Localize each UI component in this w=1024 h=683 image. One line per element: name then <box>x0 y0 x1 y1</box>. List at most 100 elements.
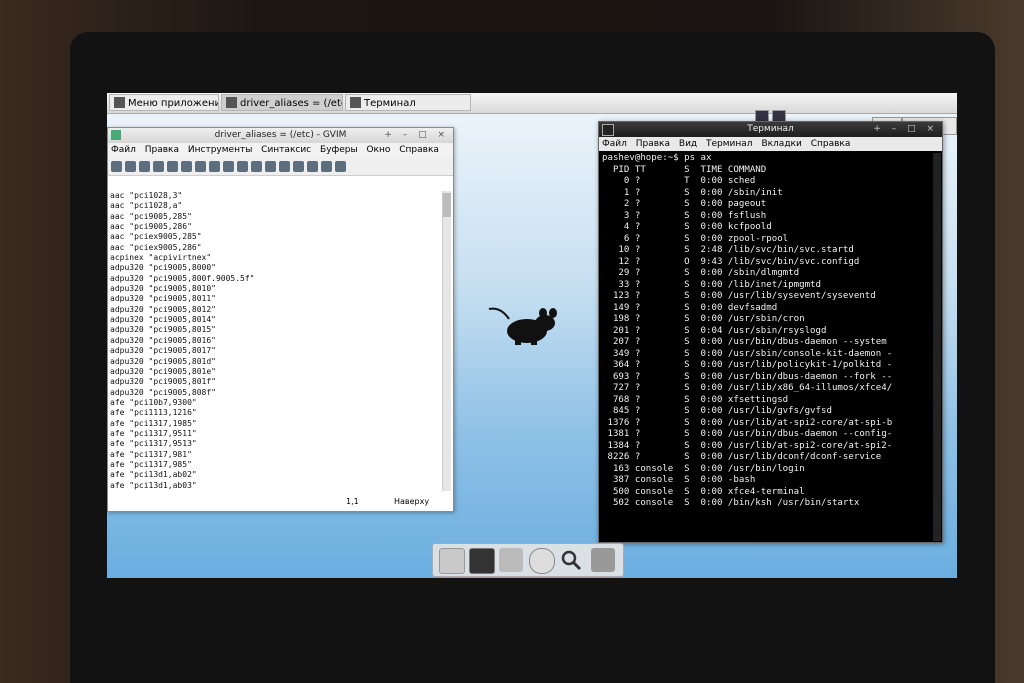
help-icon[interactable] <box>335 161 346 172</box>
ps-row: 500 console S 0:00 xfce4-terminal <box>602 486 805 497</box>
gvim-text-area[interactable]: aac "pci1028,3" aac "pci1028,a" aac "pci90… <box>108 191 443 491</box>
ps-row: 1381 ? S 0:00 /usr/bin/dbus-daemon --con… <box>602 429 893 439</box>
gvim-line: afe "pci1317,985" <box>110 459 192 469</box>
ps-row: 29 ? S 0:00 /sbin/dlmgmtd <box>602 268 800 278</box>
ps-row: 845 ? S 0:00 /usr/lib/gvfs/gvfsd <box>602 406 832 416</box>
web-browser-icon[interactable] <box>529 548 555 574</box>
terminal-scrollbar[interactable] <box>933 153 941 541</box>
ps-row: 502 console S 0:00 /bin/ksh /usr/bin/sta… <box>602 498 860 508</box>
gvim-line: afe "pci1317,1985" <box>110 418 197 428</box>
ps-row: 387 console S 0:00 -bash <box>602 475 756 485</box>
make-icon[interactable] <box>321 161 332 172</box>
gvim-line: afe "pci1317,9511" <box>110 428 197 438</box>
folder-icon[interactable] <box>591 548 615 572</box>
cursor-position: 1,1 <box>346 497 359 506</box>
gvim-line: adpu320 "pci9005,8015" <box>110 325 216 335</box>
load-session-icon[interactable] <box>279 161 290 172</box>
save-all-icon[interactable] <box>139 161 150 172</box>
terminal-titlebar[interactable]: Терминал + – □ × <box>599 122 942 137</box>
gvim-line: aac "pciex9005,286" <box>110 242 202 252</box>
scroll-position: Наверху <box>394 497 430 506</box>
gvim-menu-help[interactable]: Справка <box>399 145 439 155</box>
show-desktop-icon[interactable] <box>439 548 465 574</box>
ps-rows: 0 ? T 0:00 sched 1 ? S 0:00 /sbin/init 2… <box>602 176 930 510</box>
app-menu-icon <box>114 97 125 108</box>
run-script-icon[interactable] <box>307 161 318 172</box>
terminal-title: Терминал <box>747 124 794 134</box>
app-menu-button[interactable]: Меню приложений <box>109 94 219 111</box>
gvim-scrollbar[interactable] <box>442 191 451 491</box>
paste-icon[interactable] <box>223 161 234 172</box>
term-menu-file[interactable]: Файл <box>602 139 627 149</box>
gvim-line: aac "pci1028,3" <box>110 191 183 200</box>
scrollbar-thumb[interactable] <box>443 193 451 217</box>
ps-row: 1 ? S 0:00 /sbin/init <box>602 187 783 198</box>
ps-row: 201 ? S 0:04 /usr/sbin/rsyslogd <box>602 325 827 336</box>
ps-row: 4 ? S 0:00 kcfpoold <box>602 222 772 232</box>
ps-row: 1384 ? S 0:00 /usr/lib/at-spi2-core/at-s… <box>602 440 893 451</box>
gvim-line: aac "pciex9005,285" <box>110 232 202 242</box>
desktop: Меню приложений driver_aliases = (/etc).… <box>107 93 957 578</box>
gvim-line: aac "pci1028,a" <box>110 201 183 211</box>
ps-row: 163 console S 0:00 /usr/bin/login <box>602 463 805 474</box>
window-controls[interactable]: + – □ × <box>384 128 449 143</box>
term-menu-view[interactable]: Вид <box>679 139 697 149</box>
taskbar-item-gvim[interactable]: driver_aliases = (/etc)... <box>221 94 343 111</box>
ps-header: PID TT S TIME COMMAND <box>602 164 767 175</box>
terminal-output[interactable]: pashev@hope:~$ ps ax PID TT S TIME COMMA… <box>602 153 930 541</box>
gvim-toolbar <box>108 157 453 176</box>
ps-row: 1376 ? S 0:00 /usr/lib/at-spi2-core/at-s… <box>602 417 893 428</box>
gvim-window: driver_aliases = (/etc) - GVIM + – □ × Ф… <box>107 127 454 512</box>
dock-panel <box>432 543 624 577</box>
cut-icon[interactable] <box>195 161 206 172</box>
copy-icon[interactable] <box>209 161 220 172</box>
save-icon[interactable] <box>125 161 136 172</box>
ps-row: 349 ? S 0:00 /usr/sbin/console-kit-daemo… <box>602 348 893 359</box>
gvim-line: adpu320 "pci9005,8010" <box>110 284 216 294</box>
window-controls[interactable]: + – □ × <box>873 122 938 137</box>
term-menu-help[interactable]: Справка <box>811 139 851 149</box>
gvim-menu-window[interactable]: Окно <box>366 145 390 155</box>
gvim-menu-syntax[interactable]: Синтаксис <box>261 145 311 155</box>
terminal-prompt: pashev@hope:~$ ps ax <box>602 153 712 163</box>
gvim-menubar: Файл Правка Инструменты Синтаксис Буферы… <box>108 143 453 157</box>
save-session-icon[interactable] <box>293 161 304 172</box>
term-menu-edit[interactable]: Правка <box>636 139 670 149</box>
term-menu-terminal[interactable]: Терминал <box>706 139 753 149</box>
find-replace-icon[interactable] <box>237 161 248 172</box>
gvim-line: adpu320 "pci9005,800f.9005.5f" <box>110 273 255 283</box>
xfce-mouse-logo <box>488 307 557 345</box>
gvim-line: adpu320 "pci9005,801f" <box>110 377 216 387</box>
terminal-menubar: Файл Правка Вид Терминал Вкладки Справка <box>599 137 942 151</box>
gvim-line: adpu320 "pci9005,8000" <box>110 263 216 273</box>
find-next-icon[interactable] <box>251 161 262 172</box>
terminal-launcher-icon[interactable] <box>469 548 495 574</box>
vim-icon <box>111 130 121 140</box>
gvim-titlebar[interactable]: driver_aliases = (/etc) - GVIM + – □ × <box>108 128 453 143</box>
terminal-window: Терминал + – □ × Файл Правка Вид Термина… <box>598 121 943 543</box>
gvim-line: afe "pci1317,9513" <box>110 439 197 449</box>
redo-icon[interactable] <box>181 161 192 172</box>
open-icon[interactable] <box>111 161 122 172</box>
undo-icon[interactable] <box>167 161 178 172</box>
term-menu-tabs[interactable]: Вкладки <box>761 139 801 149</box>
print-icon[interactable] <box>153 161 164 172</box>
find-prev-icon[interactable] <box>265 161 276 172</box>
gvim-line: afe "pci1113,1216" <box>110 408 197 418</box>
gvim-menu-file[interactable]: Файл <box>111 145 136 155</box>
gvim-menu-tools[interactable]: Инструменты <box>188 145 252 155</box>
gvim-menu-edit[interactable]: Правка <box>145 145 179 155</box>
search-icon[interactable] <box>559 548 583 572</box>
gvim-line: adpu320 "pci9005,8012" <box>110 304 216 314</box>
taskbar-item-terminal[interactable]: Терминал <box>345 94 471 111</box>
gvim-line: adpu320 "pci9005,801e" <box>110 366 216 376</box>
ps-row: 0 ? T 0:00 sched <box>602 176 756 186</box>
gvim-line: afe "pci1317,981" <box>110 449 192 459</box>
gvim-line: adpu320 "pci9005,8011" <box>110 294 216 304</box>
ps-row: 768 ? S 0:00 xfsettingsd <box>602 394 789 405</box>
gvim-line: aac "pci9005,286" <box>110 222 192 232</box>
gvim-line: aac "pci9005,285" <box>110 211 192 221</box>
gvim-line: afe "pci10b7,9300" <box>110 397 197 407</box>
gvim-menu-buffers[interactable]: Буферы <box>320 145 358 155</box>
file-manager-icon[interactable] <box>499 548 523 572</box>
